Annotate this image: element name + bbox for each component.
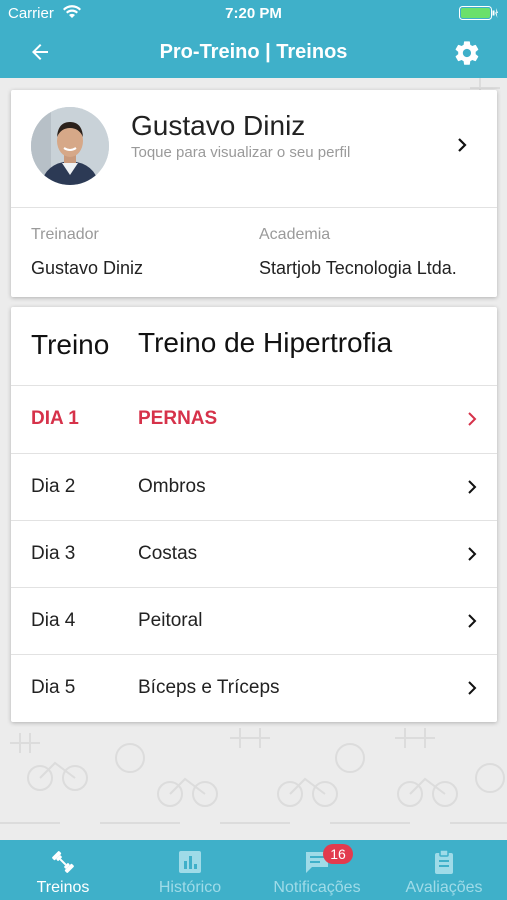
day-label: Dia 3: [31, 543, 76, 564]
tab-label: Treinos: [36, 879, 90, 896]
day-workout-name: Costas: [138, 543, 198, 564]
settings-gear-icon[interactable]: [453, 39, 481, 67]
day-row-3[interactable]: Dia 3 Costas: [11, 521, 497, 588]
plan-name: Treino de Hipertrofia: [138, 327, 393, 358]
chart-icon: [179, 851, 201, 873]
page-title: Pro-Treino | Treinos: [159, 41, 348, 63]
day-label: Dia 5: [31, 677, 76, 698]
plan-header: Treino Treino de Hipertrofia: [11, 307, 497, 385]
tab-label: Notificações: [273, 879, 361, 896]
day-row-5[interactable]: Dia 5 Bíceps e Tríceps: [11, 655, 497, 722]
day-workout-name: Bíceps e Tríceps: [138, 677, 280, 698]
notification-badge: 16: [323, 844, 353, 864]
day-label: Dia 4: [31, 610, 76, 631]
clipboard-icon: [435, 849, 453, 874]
chevron-right-icon: [468, 614, 477, 628]
chevron-right-icon: [468, 681, 477, 695]
chevron-right-icon: [468, 480, 477, 494]
day-row-2[interactable]: Dia 2 Ombros: [11, 454, 497, 521]
avatar: [31, 107, 109, 185]
dumbbell-icon: [52, 851, 74, 873]
profile-subtitle: Toque para visualizar o seu perfil: [131, 144, 351, 161]
day-workout-name: Peitoral: [138, 610, 203, 631]
chevron-right-icon: [458, 138, 467, 152]
tab-historico[interactable]: Histórico: [127, 840, 253, 900]
tab-treinos[interactable]: Treinos: [0, 840, 126, 900]
day-workout-name: PERNAS: [138, 408, 218, 429]
battery-icon: [459, 6, 498, 20]
gym-label: Academia: [259, 226, 331, 243]
tab-label: Histórico: [158, 879, 222, 896]
profile-card: Gustavo Diniz Toque para visualizar o se…: [11, 90, 497, 297]
navigation-bar: Pro-Treino | Treinos: [0, 28, 507, 78]
day-row-4[interactable]: Dia 4 Peitoral: [11, 588, 497, 655]
profile-name: Gustavo Diniz: [131, 110, 306, 141]
tab-notificacoes[interactable]: 16 Notificações: [254, 840, 380, 900]
plan-label: Treino: [31, 329, 110, 360]
training-plan-card: Treino Treino de Hipertrofia DIA 1 PERNA…: [11, 307, 497, 722]
bottom-tab-bar: Treinos Histórico 16 Notificações Avalia…: [0, 840, 507, 900]
day-label: Dia 2: [31, 476, 76, 497]
trainer-value: Gustavo Diniz: [31, 258, 144, 278]
tab-avaliacoes[interactable]: Avaliações: [381, 840, 507, 900]
profile-row[interactable]: Gustavo Diniz Toque para visualizar o se…: [11, 90, 497, 207]
day-label: DIA 1: [31, 408, 79, 429]
status-bar: Carrier 7:20 PM: [0, 0, 507, 28]
clock: 7:20 PM: [225, 5, 282, 22]
day-row-1[interactable]: DIA 1 PERNAS: [11, 386, 497, 453]
person-photo-icon: [31, 107, 109, 185]
chevron-right-icon: [468, 412, 477, 426]
tab-label: Avaliações: [405, 879, 483, 896]
divider: [11, 207, 497, 208]
gym-value: Startjob Tecnologia Ltda.: [259, 258, 457, 278]
day-workout-name: Ombros: [138, 476, 206, 497]
chevron-right-icon: [468, 547, 477, 561]
trainer-label: Treinador: [31, 226, 99, 243]
